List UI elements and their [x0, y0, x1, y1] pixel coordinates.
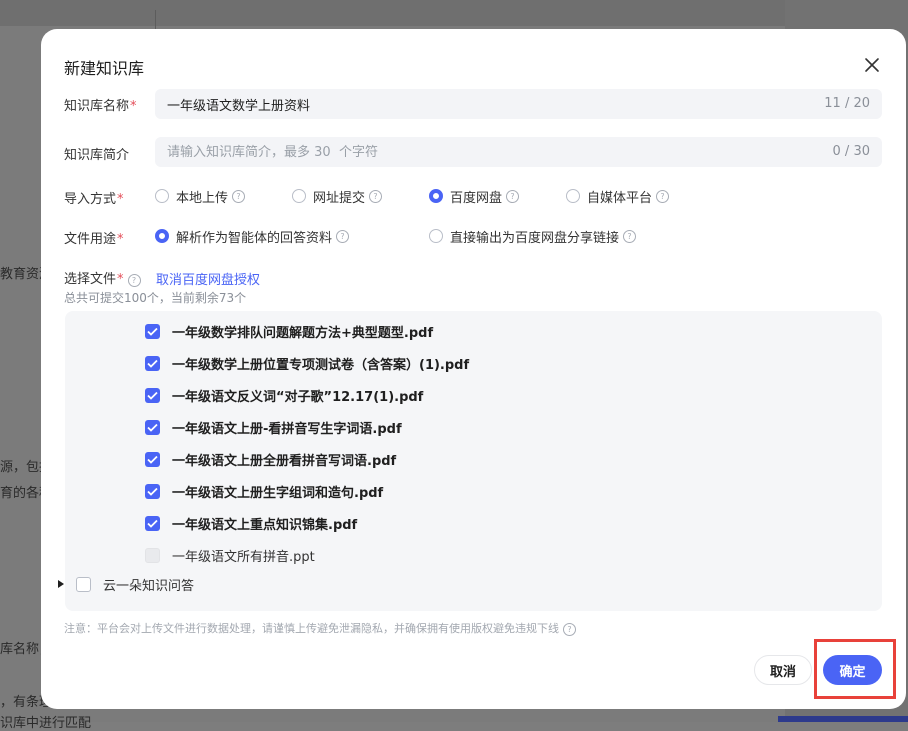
cancel-button[interactable]: 取消: [754, 655, 812, 685]
knowledge-base-name-input[interactable]: [167, 89, 787, 119]
folder-name: 云一朵知识问答: [103, 578, 195, 594]
highlight-annotation: [814, 639, 896, 699]
help-icon[interactable]: ?: [656, 189, 670, 203]
background-bottom-bar: [778, 716, 908, 722]
file-list: 一年级数学排队问题解题方法+典型题型.pdf 一年级数学上册位置专项测试卷（含答…: [65, 311, 882, 611]
file-item-disabled: 一年级语文所有拼音.ppt: [145, 545, 315, 565]
radio-button-selected[interactable]: [429, 189, 443, 203]
file-name: 一年级语文上重点知识锦集.pdf: [172, 517, 358, 533]
file-item[interactable]: 一年级语文上册全册看拼音写词语.pdf: [145, 449, 396, 469]
file-item[interactable]: 一年级语文上重点知识锦集.pdf: [145, 513, 357, 533]
file-name: 一年级语文反义词“对子歌”12.17(1).pdf: [172, 389, 424, 405]
file-item[interactable]: 一年级语文反义词“对子歌”12.17(1).pdf: [145, 385, 423, 405]
checkbox-checked[interactable]: [145, 483, 160, 499]
file-name: 一年级语文上册全册看拼音写词语.pdf: [172, 453, 397, 469]
checkbox-checked[interactable]: [145, 515, 160, 531]
knowledge-base-intro-input[interactable]: [167, 137, 787, 167]
help-icon[interactable]: ?: [563, 623, 576, 636]
radio-url-submit[interactable]: 网址提交?: [292, 186, 383, 206]
intro-label: 知识库简介: [64, 148, 130, 163]
file-name: 一年级语文所有拼音.ppt: [172, 549, 315, 565]
radio-local-upload[interactable]: 本地上传?: [155, 186, 246, 206]
checkbox-checked[interactable]: [145, 419, 160, 435]
checkbox-unchecked[interactable]: [76, 576, 91, 592]
file-usage-label: 文件用途*: [64, 232, 124, 247]
radio-output-share-link[interactable]: 直接输出为百度网盘分享链接?: [429, 226, 637, 246]
checkbox-checked[interactable]: [145, 451, 160, 467]
help-icon[interactable]: ?: [506, 189, 520, 203]
name-label: 知识库名称*: [64, 99, 137, 114]
radio-button[interactable]: [292, 189, 306, 203]
radio-baidu-netdisk[interactable]: 百度网盘?: [429, 186, 520, 206]
name-counter: 11 / 20: [824, 96, 870, 111]
dialog-title: 新建知识库: [64, 59, 145, 78]
file-name: 一年级语文上册生字组词和造句.pdf: [172, 485, 384, 501]
radio-button[interactable]: [155, 189, 169, 203]
file-item[interactable]: 一年级数学排队问题解题方法+典型题型.pdf: [145, 321, 433, 341]
close-icon[interactable]: [861, 54, 883, 76]
upload-notice: 注意：平台会对上传文件进行数据处理，请谨慎上传避免泄漏隐私，并确保拥有使用版权避…: [64, 620, 576, 636]
radio-parse-as-answer[interactable]: 解析作为智能体的回答资料?: [155, 226, 350, 246]
revoke-baidu-auth-link[interactable]: 取消百度网盘授权: [156, 269, 260, 288]
help-icon[interactable]: ?: [336, 229, 350, 243]
checkbox-checked[interactable]: [145, 387, 160, 403]
radio-button[interactable]: [566, 189, 580, 203]
radio-button[interactable]: [429, 229, 443, 243]
file-item[interactable]: 一年级语文上册生字组词和造句.pdf: [145, 481, 383, 501]
select-files-label: 选择文件*?: [64, 268, 141, 287]
radio-self-media[interactable]: 自媒体平台?: [566, 186, 670, 206]
create-knowledge-base-dialog: 新建知识库 知识库名称* 11 / 20 知识库简介 0 / 30 导入方式* …: [41, 29, 906, 709]
help-icon[interactable]: ?: [127, 274, 141, 287]
file-name: 一年级语文上册-看拼音写生字词语.pdf: [172, 421, 402, 437]
file-name: 一年级数学上册位置专项测试卷（含答案）(1).pdf: [172, 357, 470, 373]
import-method-label: 导入方式*: [64, 192, 124, 207]
expand-arrow-icon[interactable]: [58, 580, 64, 588]
checkbox-checked[interactable]: [145, 323, 160, 339]
file-name: 一年级数学排队问题解题方法+典型题型.pdf: [172, 325, 434, 341]
radio-button-selected[interactable]: [155, 229, 169, 243]
intro-field: 0 / 30: [155, 137, 882, 167]
folder-item[interactable]: 云一朵知识问答: [58, 574, 194, 594]
help-icon[interactable]: ?: [623, 229, 637, 243]
name-field: 11 / 20: [155, 89, 882, 119]
file-item[interactable]: 一年级语文上册-看拼音写生字词语.pdf: [145, 417, 402, 437]
checkbox-disabled: [145, 547, 160, 563]
background-topbar: [0, 0, 908, 26]
help-icon[interactable]: ?: [369, 189, 383, 203]
help-icon[interactable]: ?: [232, 189, 246, 203]
checkbox-checked[interactable]: [145, 355, 160, 371]
quota-note: 总共可提交100个，当前剩余73个: [64, 291, 247, 305]
file-item[interactable]: 一年级数学上册位置专项测试卷（含答案）(1).pdf: [145, 353, 469, 373]
intro-counter: 0 / 30: [832, 144, 870, 159]
